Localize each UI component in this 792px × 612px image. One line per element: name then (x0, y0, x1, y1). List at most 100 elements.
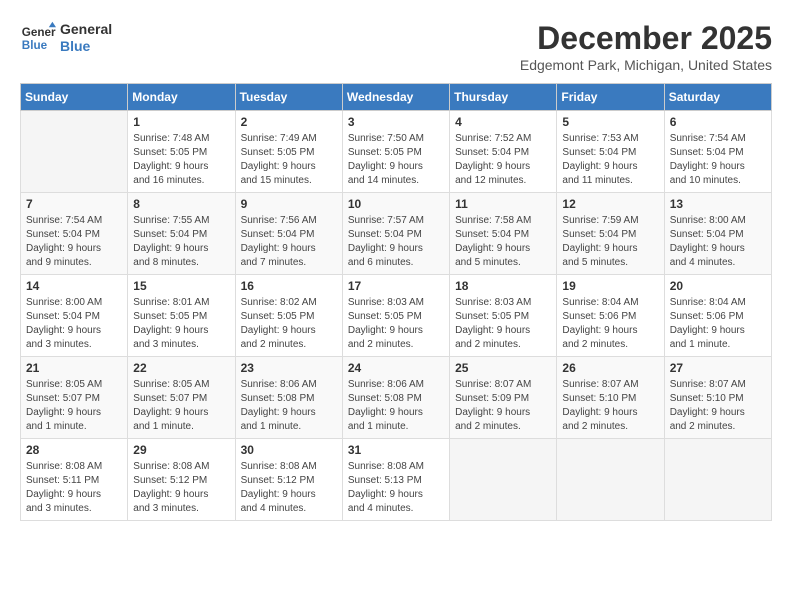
day-number: 8 (133, 197, 229, 211)
logo-icon: General Blue (20, 20, 56, 56)
day-number: 23 (241, 361, 337, 375)
month-title: December 2025 (520, 20, 772, 57)
day-number: 13 (670, 197, 766, 211)
day-info: Sunrise: 7:54 AM Sunset: 5:04 PM Dayligh… (26, 214, 122, 270)
calendar-cell: 11 Sunrise: 7:58 AM Sunset: 5:04 PM Dayli… (450, 193, 557, 275)
calendar-cell: 1Sunrise: 7:48 AM Sunset: 5:05 PM Daylig… (128, 111, 235, 193)
day-number: 17 (348, 279, 444, 293)
day-number: 6 (670, 115, 766, 129)
day-number: 28 (26, 443, 122, 457)
page-header: General Blue General Blue December 2025 … (20, 20, 772, 73)
day-info: Sunrise: 7:58 AM Sunset: 5:04 PM Dayligh… (455, 214, 551, 270)
day-number: 21 (26, 361, 122, 375)
calendar-cell: 4 Sunrise: 7:52 AM Sunset: 5:04 PM Daylig… (450, 111, 557, 193)
calendar-cell: 20 Sunrise: 8:04 AM Sunset: 5:06 PM Dayli… (664, 275, 771, 357)
day-info: Sunrise: 7:49 AM Sunset: 5:05 PM Dayligh… (241, 132, 337, 188)
calendar-cell: 22 Sunrise: 8:05 AM Sunset: 5:07 PM Dayli… (128, 357, 235, 439)
day-info: Sunrise: 8:08 AM Sunset: 5:13 PM Dayligh… (348, 460, 444, 516)
calendar-cell (21, 111, 128, 193)
calendar-cell: 3Sunrise: 7:50 AM Sunset: 5:05 PM Daylig… (342, 111, 449, 193)
header-saturday: Saturday (664, 84, 771, 111)
header-sunday: Sunday (21, 84, 128, 111)
calendar-cell: 2Sunrise: 7:49 AM Sunset: 5:05 PM Daylig… (235, 111, 342, 193)
day-number: 19 (562, 279, 658, 293)
day-number: 5 (562, 115, 658, 129)
day-number: 14 (26, 279, 122, 293)
calendar-cell: 18Sunrise: 8:03 AM Sunset: 5:05 PM Dayli… (450, 275, 557, 357)
day-number: 25 (455, 361, 551, 375)
calendar-cell: 14 Sunrise: 8:00 AM Sunset: 5:04 PM Dayli… (21, 275, 128, 357)
day-info: Sunrise: 8:00 AM Sunset: 5:04 PM Dayligh… (26, 296, 122, 352)
calendar-cell: 17 Sunrise: 8:03 AM Sunset: 5:05 PM Dayli… (342, 275, 449, 357)
day-info: Sunrise: 8:05 AM Sunset: 5:07 PM Dayligh… (26, 378, 122, 434)
week-row-2: 7 Sunrise: 7:54 AM Sunset: 5:04 PM Daylig… (21, 193, 772, 275)
header-tuesday: Tuesday (235, 84, 342, 111)
calendar-cell: 23 Sunrise: 8:06 AM Sunset: 5:08 PM Dayli… (235, 357, 342, 439)
calendar-table: SundayMondayTuesdayWednesdayThursdayFrid… (20, 83, 772, 521)
calendar-cell: 30 Sunrise: 8:08 AM Sunset: 5:12 PM Dayli… (235, 439, 342, 521)
calendar-cell: 13 Sunrise: 8:00 AM Sunset: 5:04 PM Dayli… (664, 193, 771, 275)
calendar-cell: 9 Sunrise: 7:56 AM Sunset: 5:04 PM Daylig… (235, 193, 342, 275)
day-info: Sunrise: 7:59 AM Sunset: 5:04 PM Dayligh… (562, 214, 658, 270)
day-info: Sunrise: 8:07 AM Sunset: 5:09 PM Dayligh… (455, 378, 551, 434)
week-row-1: 1Sunrise: 7:48 AM Sunset: 5:05 PM Daylig… (21, 111, 772, 193)
svg-text:General: General (22, 26, 56, 39)
week-row-4: 21 Sunrise: 8:05 AM Sunset: 5:07 PM Dayli… (21, 357, 772, 439)
calendar-cell: 15Sunrise: 8:01 AM Sunset: 5:05 PM Dayli… (128, 275, 235, 357)
calendar-cell: 7 Sunrise: 7:54 AM Sunset: 5:04 PM Daylig… (21, 193, 128, 275)
day-info: Sunrise: 7:55 AM Sunset: 5:04 PM Dayligh… (133, 214, 229, 270)
calendar-cell: 31Sunrise: 8:08 AM Sunset: 5:13 PM Dayli… (342, 439, 449, 521)
day-number: 11 (455, 197, 551, 211)
day-number: 12 (562, 197, 658, 211)
calendar-cell: 24 Sunrise: 8:06 AM Sunset: 5:08 PM Dayli… (342, 357, 449, 439)
day-number: 20 (670, 279, 766, 293)
day-info: Sunrise: 8:06 AM Sunset: 5:08 PM Dayligh… (241, 378, 337, 434)
logo: General Blue General Blue (20, 20, 112, 56)
calendar-cell: 12 Sunrise: 7:59 AM Sunset: 5:04 PM Dayli… (557, 193, 664, 275)
day-info: Sunrise: 8:08 AM Sunset: 5:11 PM Dayligh… (26, 460, 122, 516)
day-number: 1 (133, 115, 229, 129)
day-number: 24 (348, 361, 444, 375)
header-friday: Friday (557, 84, 664, 111)
day-number: 27 (670, 361, 766, 375)
header-wednesday: Wednesday (342, 84, 449, 111)
day-info: Sunrise: 7:52 AM Sunset: 5:04 PM Dayligh… (455, 132, 551, 188)
header-thursday: Thursday (450, 84, 557, 111)
day-number: 29 (133, 443, 229, 457)
svg-text:Blue: Blue (22, 39, 48, 52)
calendar-cell: 16 Sunrise: 8:02 AM Sunset: 5:05 PM Dayli… (235, 275, 342, 357)
calendar-cell (664, 439, 771, 521)
day-number: 4 (455, 115, 551, 129)
day-info: Sunrise: 7:54 AM Sunset: 5:04 PM Dayligh… (670, 132, 766, 188)
day-number: 18 (455, 279, 551, 293)
calendar-cell: 5 Sunrise: 7:53 AM Sunset: 5:04 PM Daylig… (557, 111, 664, 193)
week-row-5: 28 Sunrise: 8:08 AM Sunset: 5:11 PM Dayli… (21, 439, 772, 521)
day-number: 7 (26, 197, 122, 211)
calendar-cell: 10Sunrise: 7:57 AM Sunset: 5:04 PM Dayli… (342, 193, 449, 275)
location-subtitle: Edgemont Park, Michigan, United States (520, 57, 772, 73)
calendar-header-row: SundayMondayTuesdayWednesdayThursdayFrid… (21, 84, 772, 111)
day-info: Sunrise: 8:08 AM Sunset: 5:12 PM Dayligh… (241, 460, 337, 516)
calendar-cell: 26Sunrise: 8:07 AM Sunset: 5:10 PM Dayli… (557, 357, 664, 439)
day-info: Sunrise: 8:02 AM Sunset: 5:05 PM Dayligh… (241, 296, 337, 352)
calendar-cell: 19Sunrise: 8:04 AM Sunset: 5:06 PM Dayli… (557, 275, 664, 357)
calendar-cell: 21 Sunrise: 8:05 AM Sunset: 5:07 PM Dayli… (21, 357, 128, 439)
calendar-cell: 28 Sunrise: 8:08 AM Sunset: 5:11 PM Dayli… (21, 439, 128, 521)
day-number: 9 (241, 197, 337, 211)
day-info: Sunrise: 7:56 AM Sunset: 5:04 PM Dayligh… (241, 214, 337, 270)
calendar-cell: 27 Sunrise: 8:07 AM Sunset: 5:10 PM Dayli… (664, 357, 771, 439)
day-info: Sunrise: 8:04 AM Sunset: 5:06 PM Dayligh… (670, 296, 766, 352)
day-info: Sunrise: 8:00 AM Sunset: 5:04 PM Dayligh… (670, 214, 766, 270)
day-number: 22 (133, 361, 229, 375)
day-number: 16 (241, 279, 337, 293)
day-number: 30 (241, 443, 337, 457)
day-info: Sunrise: 8:03 AM Sunset: 5:05 PM Dayligh… (348, 296, 444, 352)
day-info: Sunrise: 8:05 AM Sunset: 5:07 PM Dayligh… (133, 378, 229, 434)
day-number: 26 (562, 361, 658, 375)
day-info: Sunrise: 8:07 AM Sunset: 5:10 PM Dayligh… (670, 378, 766, 434)
day-info: Sunrise: 7:57 AM Sunset: 5:04 PM Dayligh… (348, 214, 444, 270)
day-number: 15 (133, 279, 229, 293)
day-info: Sunrise: 7:53 AM Sunset: 5:04 PM Dayligh… (562, 132, 658, 188)
day-info: Sunrise: 8:08 AM Sunset: 5:12 PM Dayligh… (133, 460, 229, 516)
day-info: Sunrise: 8:06 AM Sunset: 5:08 PM Dayligh… (348, 378, 444, 434)
